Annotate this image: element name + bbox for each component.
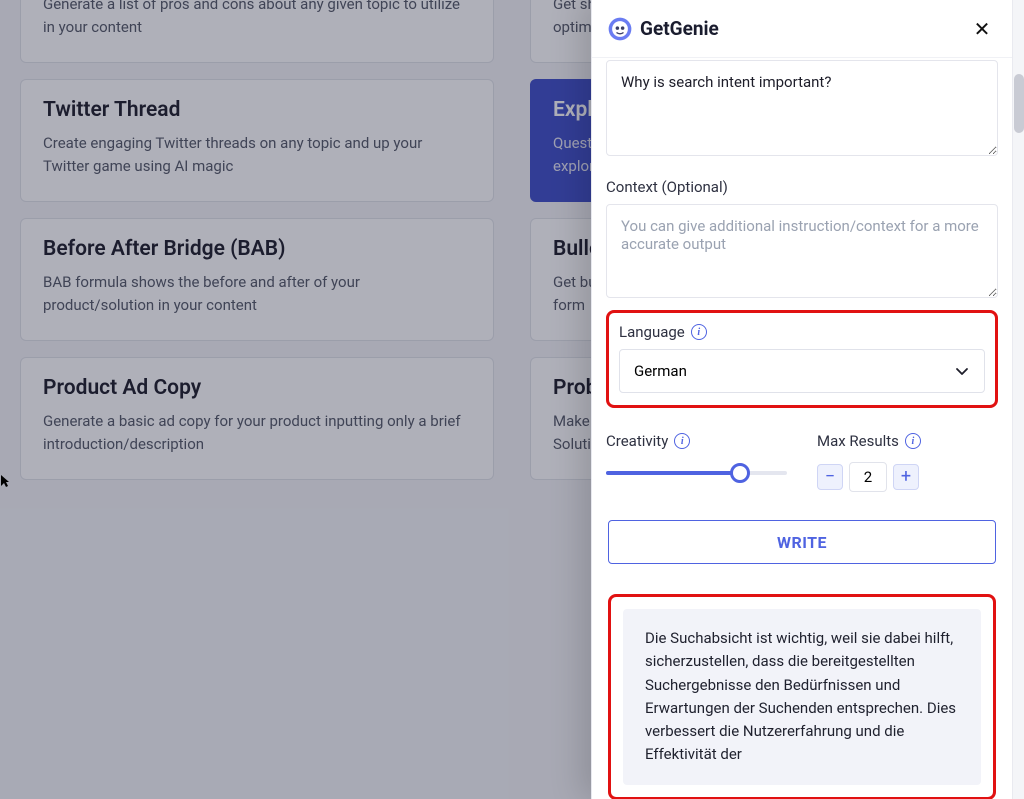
- context-textarea[interactable]: [606, 204, 998, 298]
- max-results-control: Max Results i − +: [817, 432, 998, 492]
- panel-header: GetGenie ✕: [592, 0, 1012, 58]
- highlight-result-section: Die Suchabsicht ist wichtig, weil sie da…: [608, 594, 996, 799]
- side-panel: GetGenie ✕ Context (Optional) Language i…: [591, 0, 1012, 799]
- write-button[interactable]: WRITE: [608, 520, 996, 564]
- context-label: Context (Optional): [606, 178, 998, 196]
- creativity-slider[interactable]: [606, 462, 787, 484]
- slider-thumb-icon[interactable]: [730, 463, 750, 483]
- brand: GetGenie: [606, 15, 719, 43]
- max-results-label: Max Results: [817, 432, 899, 450]
- result-text: Die Suchabsicht ist wichtig, weil sie da…: [623, 609, 981, 785]
- brand-name: GetGenie: [640, 17, 719, 40]
- close-icon[interactable]: ✕: [970, 17, 994, 41]
- page-scrollbar-thumb[interactable]: [1014, 74, 1024, 133]
- params-row: Creativity i Max Results i: [606, 432, 998, 492]
- max-results-input[interactable]: [849, 462, 887, 492]
- step-decrement-button[interactable]: −: [817, 464, 843, 490]
- chevron-down-icon: [954, 363, 970, 379]
- creativity-label: Creativity: [606, 432, 668, 450]
- highlight-language-section: Language i German: [606, 310, 998, 408]
- info-icon[interactable]: i: [905, 433, 921, 449]
- topic-textarea[interactable]: [606, 60, 998, 156]
- brand-logo-icon: [606, 15, 634, 43]
- max-results-stepper: − +: [817, 462, 998, 492]
- info-icon[interactable]: i: [691, 324, 707, 340]
- language-value: German: [634, 362, 687, 380]
- info-icon[interactable]: i: [674, 433, 690, 449]
- step-increment-button[interactable]: +: [893, 464, 919, 490]
- language-label: Language i: [619, 323, 985, 341]
- creativity-control: Creativity i: [606, 432, 787, 492]
- language-select[interactable]: German: [619, 349, 985, 393]
- panel-body: Context (Optional) Language i German: [592, 58, 1012, 799]
- page-scrollbar-track[interactable]: [1012, 0, 1024, 799]
